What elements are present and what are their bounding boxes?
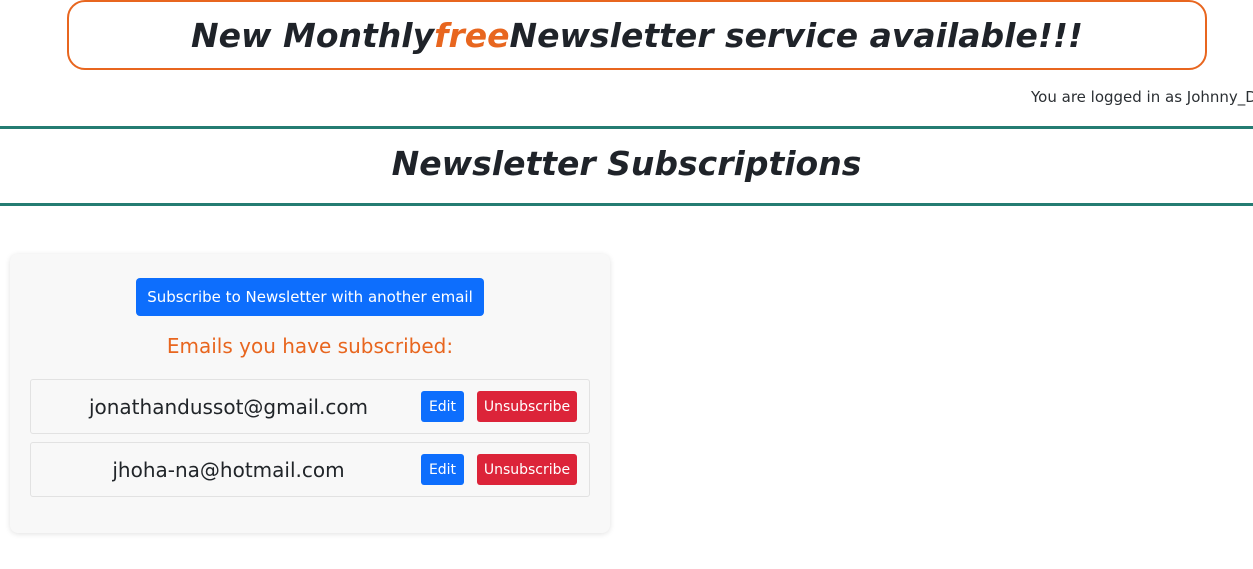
email-list-item: jonathandussot@gmail.com Edit Unsubscrib… [30,379,590,434]
subscribe-another-email-button[interactable]: Subscribe to Newsletter with another ema… [136,278,484,316]
title-divider-top [0,126,1253,129]
edit-email-button[interactable]: Edit [421,454,464,485]
logged-in-status: You are logged in as Johnny_D [1031,88,1253,106]
page-title: Newsletter Subscriptions [391,144,862,183]
edit-email-button[interactable]: Edit [421,391,464,422]
banner-text-prefix: New Monthly [191,15,435,55]
title-divider-bottom [0,203,1253,206]
banner-text-suffix: Newsletter service available!!! [509,15,1083,55]
subscribed-emails-heading: Emails you have subscribed: [166,334,454,358]
subscriptions-card: Subscribe to Newsletter with another ema… [10,254,610,533]
unsubscribe-button[interactable]: Unsubscribe [477,391,577,422]
email-address: jonathandussot@gmail.com [88,394,369,419]
banner-text-accent: free [434,15,510,55]
unsubscribe-button[interactable]: Unsubscribe [477,454,577,485]
announcement-banner: New Monthly free Newsletter service avai… [67,0,1207,70]
email-list-item: jhoha-na@hotmail.com Edit Unsubscribe [30,442,590,497]
email-address: jhoha-na@hotmail.com [112,457,345,482]
